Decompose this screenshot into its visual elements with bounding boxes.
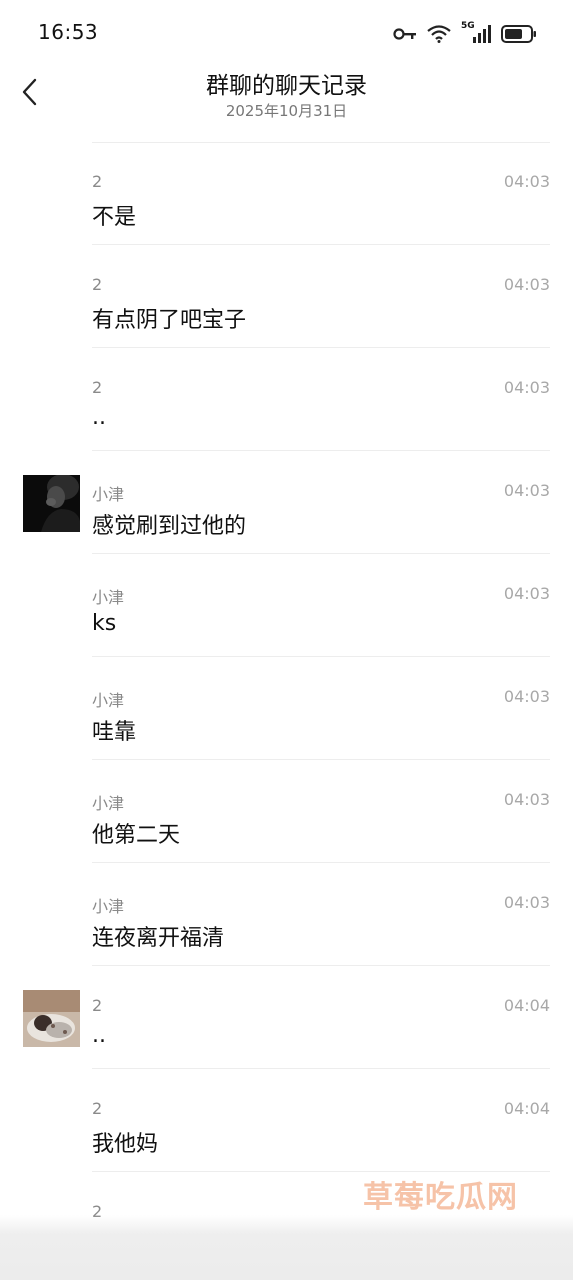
- message-time: 04:03: [503, 790, 550, 809]
- status-icons: 5G: [393, 21, 537, 46]
- message-text: ..: [92, 1023, 106, 1048]
- sender-name: 2: [92, 1099, 103, 1118]
- bottom-fade-overlay: [0, 1215, 573, 1280]
- message-text: 哇靠: [92, 720, 137, 745]
- message-row[interactable]: 2 04:03 ..: [0, 348, 573, 451]
- status-bar: 16:53 5G: [0, 0, 573, 66]
- message-text: 我他妈: [92, 1132, 159, 1157]
- message-row[interactable]: 小津 04:03 连夜离开福清: [0, 863, 573, 966]
- sender-name: 2: [92, 996, 103, 1015]
- message-text: ks: [92, 611, 117, 636]
- message-text: 不是: [92, 205, 137, 230]
- message-text: 连夜离开福清: [92, 926, 225, 951]
- message-row[interactable]: 小津 04:03 哇靠: [0, 657, 573, 760]
- sender-name: 2: [92, 275, 103, 294]
- message-row[interactable]: 2 04:03 不是: [0, 142, 573, 245]
- message-time: 04:03: [503, 893, 550, 912]
- message-text: 有点阴了吧宝子: [92, 308, 247, 333]
- message-time: 04:04: [503, 1099, 550, 1118]
- message-time: 04:03: [503, 275, 550, 294]
- message-row[interactable]: 小津 04:03 感觉刷到过他的: [0, 451, 573, 554]
- message-row[interactable]: 2 04:04 我他妈: [0, 1069, 573, 1172]
- message-time: 04:03: [503, 172, 550, 191]
- sender-name: 小津: [92, 897, 125, 916]
- message-row[interactable]: 小津 04:03 ks: [0, 554, 573, 657]
- message-time: 04:03: [503, 378, 550, 397]
- sender-name: 2: [92, 172, 103, 191]
- sender-name: 小津: [92, 485, 125, 504]
- sender-name: 小津: [92, 794, 125, 813]
- message-time: 04:03: [503, 584, 550, 603]
- message-row[interactable]: 2 04:03 有点阴了吧宝子: [0, 245, 573, 348]
- message-text: 感觉刷到过他的: [92, 514, 247, 539]
- message-row[interactable]: 2 04:04 ..: [0, 966, 573, 1069]
- message-text: 他第二天: [92, 823, 181, 848]
- message-text: ..: [92, 405, 106, 430]
- message-time: 04:04: [503, 996, 550, 1015]
- message-time: 04:03: [503, 481, 550, 500]
- dark-portrait-avatar[interactable]: [23, 475, 80, 532]
- sender-name: 小津: [92, 691, 125, 710]
- sender-name: 2: [92, 378, 103, 397]
- watermark-text: 草莓吃瓜网: [363, 1180, 518, 1215]
- page-subtitle: 2025年10月31日: [225, 102, 348, 120]
- signal-icon: 5G: [461, 21, 491, 45]
- status-time: 16:53: [38, 20, 99, 44]
- message-time: 04:03: [503, 687, 550, 706]
- message-row[interactable]: 小津 04:03 他第二天: [0, 760, 573, 863]
- battery-icon: [501, 24, 537, 44]
- wifi-icon: [427, 25, 451, 43]
- key-icon: [393, 27, 417, 41]
- page-title: 群聊的聊天记录: [206, 73, 367, 99]
- chat-history-screen: 16:53 5G 群聊的聊天记录 2025年10月31日 2 04:03 不是 …: [0, 0, 573, 1280]
- sender-name: 小津: [92, 588, 125, 607]
- sleeping-person-avatar[interactable]: [23, 990, 80, 1047]
- header: 群聊的聊天记录 2025年10月31日: [0, 66, 573, 126]
